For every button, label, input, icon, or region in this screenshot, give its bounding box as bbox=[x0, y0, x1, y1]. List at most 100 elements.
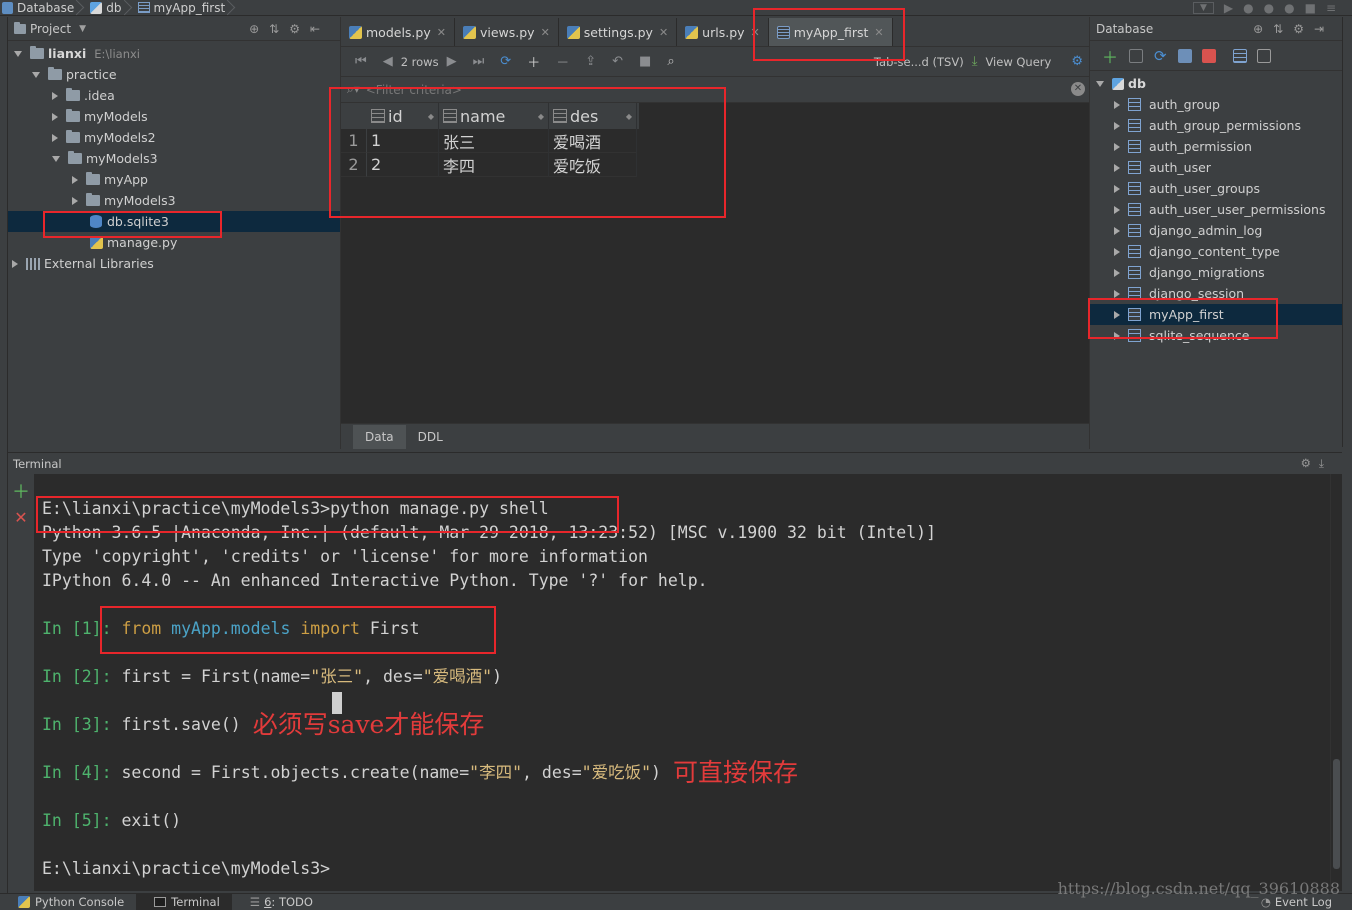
column-header-des[interactable]: des ◆ bbox=[549, 103, 637, 129]
terminal-button[interactable]: Terminal bbox=[136, 893, 232, 910]
debug-icon[interactable]: ● bbox=[1243, 1, 1253, 15]
close-icon[interactable]: ✕ bbox=[751, 26, 760, 39]
close-icon[interactable]: ✕ bbox=[541, 26, 550, 39]
column-header-id[interactable]: id ◆ bbox=[367, 103, 439, 129]
breadcrumb-item-table[interactable]: myApp_first bbox=[136, 0, 232, 16]
cell-des[interactable]: 爱吃饭 bbox=[549, 153, 637, 177]
expand-icon[interactable] bbox=[1096, 80, 1104, 87]
expand-icon[interactable] bbox=[32, 71, 40, 78]
table-row[interactable]: 1 1 张三 爱喝酒 bbox=[341, 129, 639, 153]
collapse-icon[interactable] bbox=[1114, 100, 1120, 109]
view-query-button[interactable]: View Query bbox=[985, 55, 1051, 69]
find-icon[interactable]: ⌕ bbox=[667, 54, 674, 69]
copy-icon[interactable] bbox=[1129, 48, 1144, 63]
collapse-icon[interactable] bbox=[1114, 184, 1120, 193]
chevron-down-icon[interactable]: ▼ bbox=[79, 24, 86, 34]
first-page-icon[interactable]: ⏮ bbox=[355, 54, 367, 69]
db-table-auth-user[interactable]: auth_user bbox=[1090, 157, 1342, 178]
vcs-icon[interactable]: ≡ bbox=[1326, 1, 1336, 15]
filter-bar[interactable]: ⌕▾ <Filter criteria> ✕ bbox=[341, 77, 1089, 103]
tree-item-idea[interactable]: .idea bbox=[8, 85, 340, 106]
python-console-button[interactable]: Python Console bbox=[0, 894, 136, 910]
collapse-icon[interactable] bbox=[1114, 205, 1120, 214]
tab-models-py[interactable]: models.py ✕ bbox=[341, 18, 455, 46]
collapse-icon[interactable] bbox=[72, 175, 78, 184]
disconnect-icon[interactable] bbox=[1201, 48, 1216, 63]
close-icon[interactable]: ✕ bbox=[659, 26, 668, 39]
breadcrumb-item-database[interactable]: Database bbox=[0, 0, 80, 16]
add-datasource-icon[interactable]: ＋ bbox=[1102, 44, 1118, 68]
tree-item-lianxi[interactable]: lianxi E:\lianxi bbox=[8, 43, 340, 64]
cell-des[interactable]: 爱喝酒 bbox=[549, 129, 637, 153]
collapse-icon[interactable] bbox=[12, 259, 18, 268]
db-table-auth-user-user-permissions[interactable]: auth_user_user_permissions bbox=[1090, 199, 1342, 220]
settings-gear-icon[interactable]: ⚙ bbox=[1071, 54, 1083, 69]
cell-name[interactable]: 张三 bbox=[439, 129, 549, 153]
collapse-icon[interactable] bbox=[1114, 163, 1120, 172]
tab-urls-py[interactable]: urls.py ✕ bbox=[677, 18, 769, 46]
new-session-icon[interactable]: ＋ bbox=[8, 478, 34, 504]
collapse-icon[interactable] bbox=[1114, 247, 1120, 256]
revert-icon[interactable]: ↶ bbox=[612, 54, 623, 69]
db-table-django-session[interactable]: django_session bbox=[1090, 283, 1342, 304]
tree-item-myapp[interactable]: myApp bbox=[8, 169, 340, 190]
terminal-actions[interactable]: ⚙⤓ bbox=[1301, 456, 1332, 471]
database-panel-actions[interactable]: ⊕⇅⚙⇥ bbox=[1253, 22, 1334, 36]
table-editor-icon[interactable] bbox=[1232, 48, 1247, 63]
db-table-django-content-type[interactable]: django_content_type bbox=[1090, 241, 1342, 262]
coverage-icon[interactable]: ● bbox=[1264, 1, 1274, 15]
close-icon[interactable]: ✕ bbox=[437, 26, 446, 39]
db-table-auth-user-groups[interactable]: auth_user_groups bbox=[1090, 178, 1342, 199]
tab-myapp-first[interactable]: myApp_first ✕ bbox=[768, 18, 893, 46]
tab-data[interactable]: Data bbox=[353, 425, 406, 449]
tree-item-manage-py[interactable]: manage.py bbox=[8, 232, 340, 253]
properties-icon[interactable] bbox=[1177, 48, 1192, 63]
delete-row-icon[interactable]: － bbox=[556, 52, 569, 71]
filter-criteria-input[interactable]: <Filter criteria> bbox=[366, 83, 462, 97]
tab-views-py[interactable]: views.py ✕ bbox=[455, 18, 559, 46]
collapse-icon[interactable] bbox=[1114, 331, 1120, 340]
tree-item-db[interactable]: db bbox=[1090, 73, 1342, 94]
db-table-auth-group-permissions[interactable]: auth_group_permissions bbox=[1090, 115, 1342, 136]
project-panel-actions[interactable]: ⊕⇅⚙⇤ bbox=[249, 22, 330, 36]
db-table-auth-group[interactable]: auth_group bbox=[1090, 94, 1342, 115]
db-table-myapp-first[interactable]: myApp_first bbox=[1090, 304, 1342, 325]
column-header-name[interactable]: name ◆ bbox=[439, 103, 549, 129]
tree-item-mymodels3-inner[interactable]: myModels3 bbox=[8, 190, 340, 211]
clear-filter-icon[interactable]: ✕ bbox=[1071, 82, 1085, 96]
cancel-icon[interactable]: ■ bbox=[639, 54, 651, 69]
export-icon[interactable]: ⤓ bbox=[972, 54, 978, 69]
sort-icon[interactable]: ◆ bbox=[626, 112, 632, 121]
cell-name[interactable]: 李四 bbox=[439, 153, 549, 177]
collapse-icon[interactable] bbox=[52, 133, 58, 142]
db-table-django-migrations[interactable]: django_migrations bbox=[1090, 262, 1342, 283]
db-table-sqlite-sequence[interactable]: sqlite_sequence bbox=[1090, 325, 1342, 346]
collapse-icon[interactable] bbox=[52, 112, 58, 121]
sort-icon[interactable]: ◆ bbox=[428, 112, 434, 121]
submit-icon[interactable]: ⇪ bbox=[585, 54, 596, 69]
scrollbar-thumb[interactable] bbox=[1333, 759, 1340, 869]
collapse-icon[interactable] bbox=[1114, 289, 1120, 298]
collapse-icon[interactable] bbox=[1114, 310, 1120, 319]
table-row[interactable]: 2 2 李四 爱吃饭 bbox=[341, 153, 639, 177]
collapse-icon[interactable] bbox=[1114, 268, 1120, 277]
next-page-icon[interactable]: ▶ bbox=[447, 54, 457, 69]
close-icon[interactable]: ✕ bbox=[874, 26, 883, 39]
expand-icon[interactable] bbox=[14, 50, 22, 57]
extractor-format[interactable]: Tab-se...d (TSV) bbox=[874, 55, 964, 69]
tree-item-db-sqlite3[interactable]: db.sqlite3 bbox=[8, 211, 340, 232]
breadcrumb-item-db[interactable]: db bbox=[88, 0, 127, 16]
collapse-icon[interactable] bbox=[1114, 226, 1120, 235]
profile-icon[interactable]: ● bbox=[1284, 1, 1294, 15]
add-row-icon[interactable]: ＋ bbox=[527, 52, 540, 71]
previous-page-icon[interactable]: ◀ bbox=[383, 54, 393, 69]
collapse-icon[interactable] bbox=[1114, 121, 1120, 130]
refresh-icon[interactable]: ⟳ bbox=[500, 54, 511, 69]
run-config-dropdown-icon[interactable]: ▼ bbox=[1192, 1, 1214, 14]
stop-icon[interactable]: ■ bbox=[1305, 1, 1316, 15]
tab-settings-py[interactable]: settings.py ✕ bbox=[559, 18, 678, 46]
terminal-output[interactable]: E:\lianxi\practice\myModels3>python mana… bbox=[34, 474, 1330, 891]
console-icon[interactable] bbox=[1256, 48, 1271, 63]
collapse-icon[interactable] bbox=[52, 91, 58, 100]
terminal-scrollbar[interactable] bbox=[1330, 474, 1342, 891]
